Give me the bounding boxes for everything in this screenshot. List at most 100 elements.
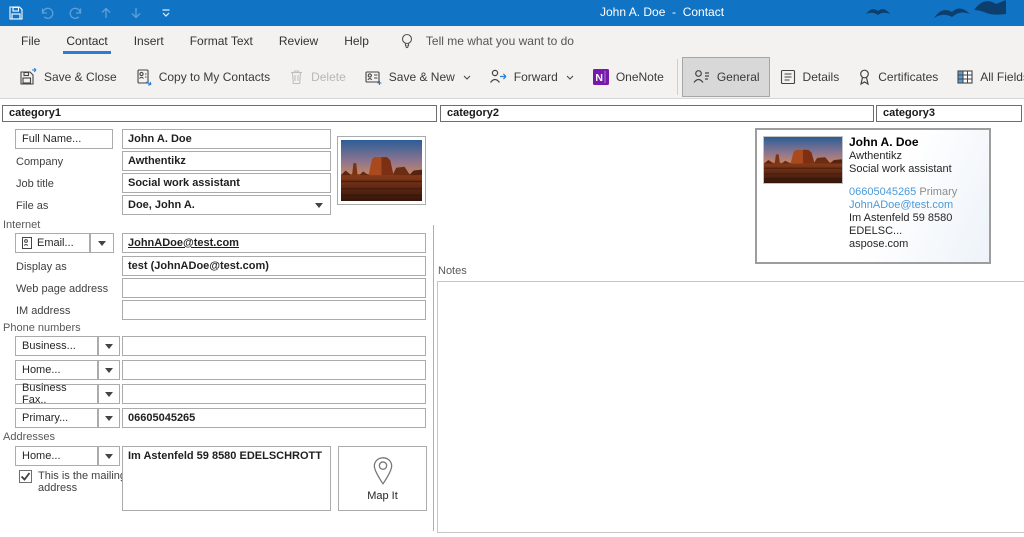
home-phone-button[interactable]: Home... — [15, 360, 98, 380]
display-as-field[interactable]: test (JohnADoe@test.com) — [122, 256, 426, 276]
notes-textarea[interactable] — [437, 281, 1024, 533]
tab-insert[interactable]: Insert — [121, 26, 177, 56]
window-title: John A. Doe - Contact — [600, 5, 724, 19]
notes-divider — [433, 225, 434, 531]
customize-qat-icon[interactable] — [158, 5, 174, 21]
copy-to-my-contacts-button[interactable]: Copy to My Contacts — [126, 58, 279, 96]
addresses-section-label: Addresses — [3, 431, 55, 443]
dropdown-caret-icon — [105, 416, 113, 421]
home-address-button[interactable]: Home... — [15, 446, 98, 466]
primary-phone-dropdown[interactable] — [98, 408, 120, 428]
copy-contacts-icon — [135, 68, 153, 86]
dropdown-caret-icon — [315, 203, 323, 208]
chevron-down-icon — [566, 75, 574, 80]
category-badge-2[interactable]: category2 — [440, 105, 874, 122]
company-label: Company — [16, 156, 63, 168]
ribbon: Save & Close Copy to My Contacts Delete … — [0, 56, 1024, 99]
forward-button[interactable]: Forward — [480, 58, 583, 96]
internet-section-label: Internet — [3, 219, 40, 231]
card-name: John A. Doe — [849, 136, 987, 149]
home-phone-field[interactable] — [122, 360, 426, 380]
tab-format-text[interactable]: Format Text — [177, 26, 266, 56]
email-field[interactable]: JohnADoe@test.com — [122, 233, 426, 253]
file-as-label: File as — [16, 200, 48, 212]
trash-icon — [288, 68, 305, 86]
card-address: Im Astenfeld 59 8580 EDELSC... — [849, 212, 987, 238]
check-icon — [20, 471, 31, 482]
job-title-label: Job title — [16, 178, 54, 190]
home-address-dropdown[interactable] — [98, 446, 120, 466]
mailing-address-checkbox[interactable] — [19, 470, 32, 483]
dropdown-caret-icon — [98, 241, 106, 246]
contact-photo-button[interactable] — [337, 136, 426, 205]
card-email: JohnADoe@test.com — [849, 199, 987, 212]
bird-decoration-icon — [856, 0, 1006, 26]
map-it-button[interactable]: Map It — [338, 446, 427, 511]
card-company: Awthentikz — [849, 150, 987, 163]
business-phone-field[interactable] — [122, 336, 426, 356]
tell-me-box[interactable]: Tell me what you want to do — [400, 26, 574, 56]
tab-review[interactable]: Review — [266, 26, 331, 56]
category-badge-3[interactable]: category3 — [876, 105, 1022, 122]
primary-phone-field[interactable]: 06605045265 — [122, 408, 426, 428]
business-card-photo — [763, 136, 843, 184]
business-fax-button[interactable]: Business Fax.. — [15, 384, 98, 404]
address-textarea[interactable]: Im Astenfeld 59 8580 EDELSCHROTT — [122, 446, 331, 511]
save-icon[interactable] — [8, 5, 24, 21]
dropdown-caret-icon — [105, 392, 113, 397]
outlook-contact-window: John A. Doe - Contact File Contact Inser… — [0, 0, 1024, 537]
details-icon — [779, 68, 797, 86]
company-field[interactable]: Awthentikz — [122, 151, 331, 171]
onenote-button[interactable]: N OneNote — [583, 58, 673, 96]
email-button[interactable]: Email... — [15, 233, 90, 253]
full-name-field[interactable]: John A. Doe — [122, 129, 331, 149]
save-and-new-button[interactable]: Save & New — [355, 58, 480, 96]
job-title-field[interactable]: Social work assistant — [122, 173, 331, 193]
im-address-field[interactable] — [122, 300, 426, 320]
move-down-icon[interactable] — [128, 5, 144, 21]
card-phone-kind: Primary — [919, 186, 957, 198]
business-phone-dropdown[interactable] — [98, 336, 120, 356]
svg-text:N: N — [595, 72, 603, 84]
file-as-dropdown[interactable]: Doe, John A. — [122, 195, 331, 215]
home-phone-dropdown[interactable] — [98, 360, 120, 380]
tab-file[interactable]: File — [8, 26, 53, 56]
dropdown-caret-icon — [105, 368, 113, 373]
business-card-preview: John A. Doe Awthentikz Social work assis… — [755, 128, 991, 264]
tab-contact[interactable]: Contact — [53, 26, 120, 56]
save-new-icon — [364, 68, 383, 86]
general-button[interactable]: General — [682, 57, 770, 97]
business-fax-field[interactable] — [122, 384, 426, 404]
category-badge-1[interactable]: category1 — [2, 105, 437, 122]
contact-card-icon — [22, 237, 32, 249]
save-close-icon — [19, 68, 38, 86]
business-card-text: John A. Doe Awthentikz Social work assis… — [849, 136, 987, 251]
business-phone-button[interactable]: Business... — [15, 336, 98, 356]
ribbon-separator — [677, 59, 678, 95]
web-page-label: Web page address — [16, 283, 108, 295]
redo-icon[interactable] — [68, 5, 84, 21]
details-button[interactable]: Details — [770, 58, 849, 96]
onenote-icon: N — [592, 68, 610, 86]
delete-button[interactable]: Delete — [279, 58, 355, 96]
quick-access-toolbar — [8, 0, 174, 26]
primary-phone-button[interactable]: Primary... — [15, 408, 98, 428]
title-bar: John A. Doe - Contact — [0, 0, 1024, 26]
business-fax-dropdown[interactable] — [98, 384, 120, 404]
phone-numbers-section-label: Phone numbers — [3, 322, 81, 334]
move-up-icon[interactable] — [98, 5, 114, 21]
tell-me-text: Tell me what you want to do — [426, 34, 574, 48]
forward-icon — [489, 68, 508, 86]
notes-label: Notes — [438, 265, 467, 277]
all-fields-button[interactable]: All Fields — [947, 58, 1024, 96]
full-name-button[interactable]: Full Name... — [15, 129, 113, 149]
tab-help[interactable]: Help — [331, 26, 382, 56]
all-fields-icon — [956, 68, 974, 86]
web-page-field[interactable] — [122, 278, 426, 298]
certificates-button[interactable]: Certificates — [848, 58, 947, 96]
email-dropdown-button[interactable] — [90, 233, 114, 253]
dropdown-caret-icon — [105, 454, 113, 459]
save-close-button[interactable]: Save & Close — [10, 58, 126, 96]
undo-icon[interactable] — [38, 5, 54, 21]
im-address-label: IM address — [16, 305, 70, 317]
